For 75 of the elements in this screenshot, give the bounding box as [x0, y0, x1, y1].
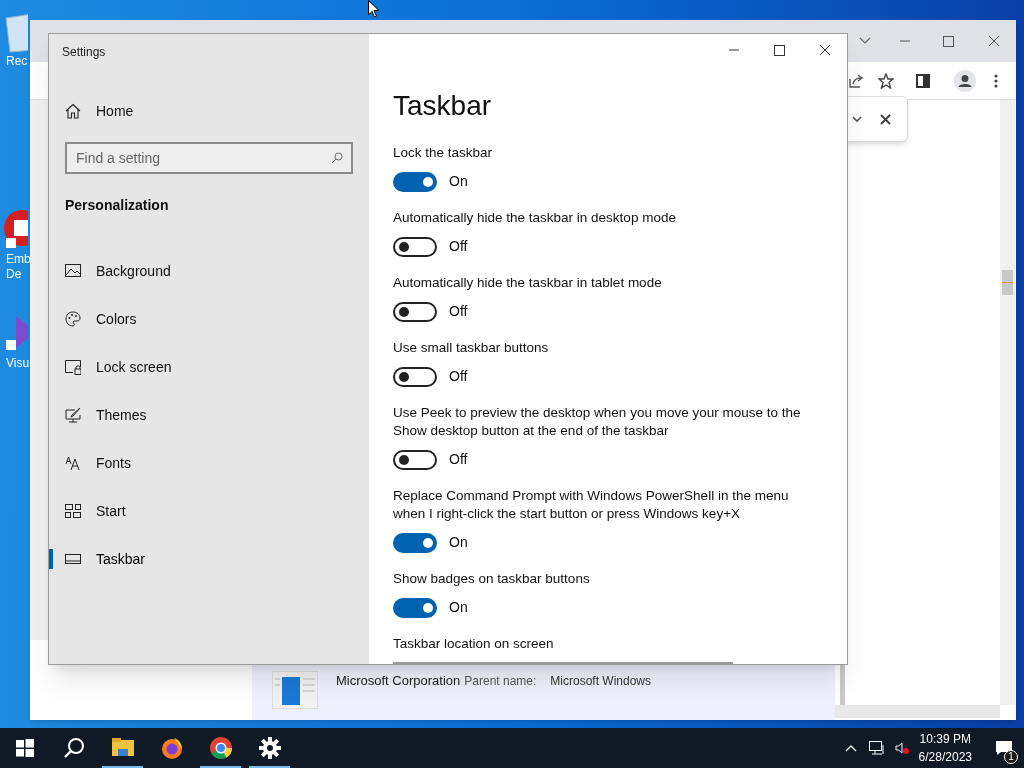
page-title: Taskbar: [393, 89, 492, 123]
window-title: Settings: [62, 44, 106, 61]
setting-label: Automatically hide the taskbar in desktop mode: [393, 209, 676, 227]
profile-icon[interactable]: [954, 69, 976, 92]
share-icon[interactable]: [848, 72, 864, 89]
side-panel-icon[interactable]: [916, 73, 930, 88]
nav-item[interactable]: Fonts: [49, 439, 369, 487]
nav-item[interactable]: Home: [65, 99, 369, 123]
toggle-state: On: [449, 533, 468, 552]
toggle-switch[interactable]: [393, 236, 437, 257]
setting-label: Lock the taskbar: [393, 144, 493, 162]
icon-label: Visu: [5, 356, 30, 371]
setting-label: Taskbar location on screen: [393, 635, 554, 653]
icon-label: De: [5, 267, 22, 282]
toggle-switch[interactable]: [393, 597, 437, 618]
fonts-icon: [65, 455, 81, 471]
document-thumbnail-icon: [272, 671, 318, 709]
nav-item[interactable]: Start: [49, 487, 369, 535]
monitor-pen-icon: [65, 407, 81, 423]
icon-label: Emb: [5, 252, 31, 267]
setting-label: Automatically hide the taskbar in tablet mode: [393, 274, 662, 292]
close-icon[interactable]: [819, 44, 831, 56]
gear-icon: [258, 737, 281, 759]
toggle-state: On: [449, 172, 468, 191]
search-field[interactable]: Find a setting: [65, 142, 353, 174]
setting-label: Use Peek to preview the desktop when you move your mouse to the Show desktop button at the end of the taskbar: [393, 404, 802, 440]
volume-muted-icon[interactable]: [894, 741, 909, 755]
maximize-icon[interactable]: [943, 35, 954, 47]
close-icon[interactable]: [988, 35, 1000, 47]
chrome-icon: [208, 736, 233, 760]
toggle-state: On: [449, 598, 468, 617]
nav-item[interactable]: Themes: [49, 391, 369, 439]
toggle-switch[interactable]: [393, 171, 437, 192]
toggle-state: Off: [449, 367, 468, 386]
field-label: Parent name:: [464, 673, 537, 690]
firefox-icon: [159, 736, 184, 760]
notification-button[interactable]: 1: [984, 728, 1024, 768]
toggle-switch[interactable]: [393, 449, 437, 470]
network-icon[interactable]: [868, 741, 885, 755]
toggle-switch[interactable]: [393, 532, 437, 553]
windows-logo-icon: [15, 739, 34, 757]
notification-badge: 1: [1004, 750, 1018, 764]
close-icon[interactable]: [880, 113, 891, 125]
tiles-icon: [65, 503, 81, 519]
icon-label: Rec: [5, 54, 28, 69]
taskbar-icon: [65, 551, 81, 567]
toggle-switch[interactable]: [393, 366, 437, 387]
setting-label: Show badges on taskbar buttons: [393, 570, 590, 588]
search-icon: [62, 737, 85, 759]
section-heading: Personalization: [65, 196, 169, 215]
setting-label: Replace Command Prompt with Windows PowerShell in the menu when I right-click the start button or press Windows key+X: [393, 487, 790, 523]
palette-icon: [65, 311, 81, 327]
toggle-switch[interactable]: [393, 301, 437, 322]
clock[interactable]: 10:39 PM 6/28/2023: [918, 730, 972, 766]
search-icon[interactable]: [331, 152, 343, 164]
nav-item[interactable]: Colors: [49, 295, 369, 343]
picture-frame-icon: [65, 263, 81, 279]
chevron-down-icon[interactable]: [852, 115, 862, 123]
field-value: Microsoft Windows: [550, 673, 651, 690]
nav-item[interactable]: Background: [49, 247, 369, 295]
maximize-icon[interactable]: [774, 44, 785, 56]
toggle-state: Off: [449, 450, 468, 469]
lock-screen-icon: [65, 359, 81, 375]
publisher-text: Microsoft Corporation: [336, 672, 461, 690]
nav-item[interactable]: Taskbar: [49, 535, 369, 583]
toggle-state: Off: [449, 237, 468, 256]
toggle-state: Off: [449, 302, 468, 321]
setting-label: Use small taskbar buttons: [393, 339, 549, 357]
cursor-icon: [368, 0, 380, 18]
star-icon[interactable]: [878, 72, 894, 89]
more-icon[interactable]: [994, 73, 998, 88]
home-icon: [65, 103, 81, 119]
nav-item[interactable]: Lock screen: [49, 343, 369, 391]
chevron-down-icon[interactable]: [859, 37, 871, 45]
chevron-up-icon[interactable]: [844, 744, 857, 752]
